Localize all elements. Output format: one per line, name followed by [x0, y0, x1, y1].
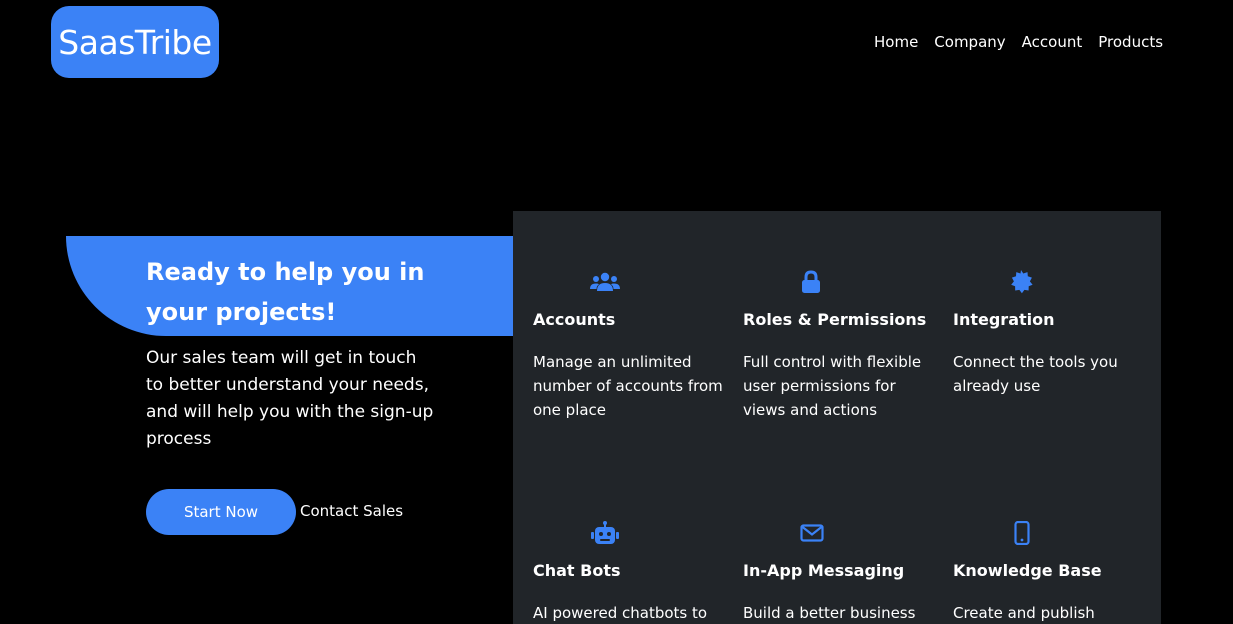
feature-description: AI powered chatbots to [533, 604, 708, 622]
users-icon [589, 266, 621, 298]
envelope-icon [796, 517, 828, 549]
feature-title: Integration [953, 310, 1055, 329]
badge-icon [1005, 266, 1037, 298]
nav-item-company[interactable]: Company [934, 33, 1005, 51]
nav-item-home[interactable]: Home [874, 33, 918, 51]
feature-description: Build a better business [743, 604, 916, 622]
contact-sales-button[interactable]: Contact Sales [300, 502, 403, 520]
main-nav: Home Company Account Products [874, 33, 1179, 51]
feature-description: Connect the tools you already use [953, 353, 1118, 395]
robot-icon [589, 517, 621, 549]
feature-description: Full control with flexible user permissi… [743, 353, 922, 419]
hero-description: Our sales team will get in touch to bett… [146, 348, 434, 449]
features-panel: Accounts Manage an unlimited number of a… [513, 211, 1161, 624]
hero-title: Ready to help you in your projects! [146, 258, 425, 326]
feature-title: Knowledge Base [953, 561, 1102, 580]
nav-item-account[interactable]: Account [1022, 33, 1083, 51]
feature-description: Manage an unlimited number of accounts f… [533, 353, 723, 419]
feature-title: Chat Bots [533, 561, 621, 580]
feature-description: Create and publish [953, 604, 1095, 622]
feature-title: Accounts [533, 310, 616, 329]
feature-title: Roles & Permissions [743, 310, 927, 329]
lock-icon [795, 266, 827, 298]
brand-logo[interactable]: SaasTribe [51, 6, 219, 78]
feature-title: In-App Messaging [743, 561, 905, 580]
phone-icon [1006, 517, 1038, 549]
nav-item-products[interactable]: Products [1098, 33, 1163, 51]
start-now-button[interactable]: Start Now [146, 489, 296, 535]
